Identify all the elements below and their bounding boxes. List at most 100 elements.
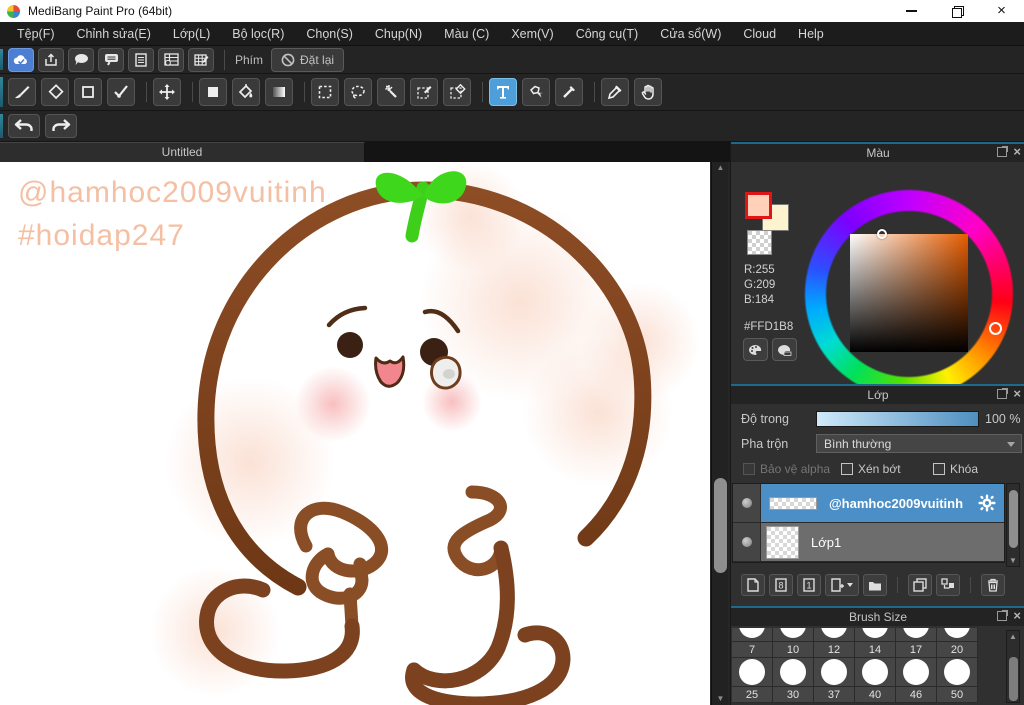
brush-size-cell[interactable] xyxy=(937,658,978,687)
visibility-toggle[interactable] xyxy=(733,523,761,561)
brush-size-label[interactable]: 46 xyxy=(896,687,937,703)
brush-size-label[interactable]: 37 xyxy=(814,687,855,703)
menu-xem[interactable]: Xem(V) xyxy=(500,22,564,46)
merge-layer-button[interactable] xyxy=(936,574,960,596)
menu-cong-cu[interactable]: Công cụ(T) xyxy=(565,22,650,46)
hand-tool-button[interactable] xyxy=(634,78,662,106)
close-button[interactable]: × xyxy=(979,0,1024,22)
lock-checkbox[interactable]: Khóa xyxy=(933,462,978,476)
brush-size-cell[interactable] xyxy=(855,628,896,642)
grid-clock-button[interactable] xyxy=(158,47,184,72)
select-eraser-tool-button[interactable] xyxy=(443,78,471,106)
fill-rect-tool-button[interactable] xyxy=(199,78,227,106)
reset-button[interactable]: Đặt lại xyxy=(271,47,345,72)
brush-size-cell[interactable] xyxy=(937,628,978,642)
menu-mau[interactable]: Màu (C) xyxy=(433,22,500,46)
menu-chon[interactable]: Chọn(S) xyxy=(295,22,364,46)
bucket-tool-button[interactable] xyxy=(232,78,260,106)
brush-size-label[interactable]: 25 xyxy=(732,687,773,703)
blend-dropdown[interactable]: Bình thường xyxy=(816,434,1022,453)
move-tool-button[interactable] xyxy=(153,78,181,106)
clipping-checkbox[interactable]: Xén bớt xyxy=(841,462,901,476)
menu-lop[interactable]: Lớp(L) xyxy=(162,22,221,46)
duplicate-layer-button[interactable] xyxy=(908,574,932,596)
brush-size-label[interactable]: 50 xyxy=(937,687,978,703)
comment-button[interactable] xyxy=(68,47,94,72)
popout-icon[interactable] xyxy=(997,610,1009,621)
drawing-canvas[interactable]: @hamhoc2009vuitinh #hoidap247 xyxy=(0,162,710,705)
export-button[interactable] xyxy=(38,47,64,72)
layer-row-selected[interactable]: @hamhoc2009vuitinh xyxy=(733,484,1004,523)
opacity-slider[interactable] xyxy=(816,411,979,427)
brush-size-label[interactable]: 7 xyxy=(732,642,773,658)
delete-layer-button[interactable] xyxy=(981,574,1005,596)
select-rect-tool-button[interactable] xyxy=(311,78,339,106)
popout-icon[interactable] xyxy=(997,146,1009,157)
brush-size-label[interactable]: 10 xyxy=(773,642,814,658)
text-tool-button[interactable] xyxy=(489,78,517,106)
restore-button[interactable] xyxy=(934,0,979,22)
new-layer-button[interactable] xyxy=(741,574,765,596)
brush-size-cell[interactable] xyxy=(814,628,855,642)
layer-folder-button[interactable] xyxy=(863,574,887,596)
transparent-color-swatch[interactable] xyxy=(747,230,772,255)
lasso-tool-button[interactable] xyxy=(344,78,372,106)
brush-size-label[interactable]: 20 xyxy=(937,642,978,658)
undo-button[interactable] xyxy=(8,114,40,138)
magic-wand-tool-button[interactable] xyxy=(377,78,405,106)
menu-chinh-sua[interactable]: Chỉnh sửa(E) xyxy=(66,22,162,46)
comment-lines-button[interactable] xyxy=(98,47,124,72)
scrollbar-thumb[interactable] xyxy=(1009,657,1018,701)
layer-row[interactable]: Lớp1 xyxy=(733,523,1004,562)
scroll-up-icon[interactable]: ▲ xyxy=(712,162,729,174)
add-layer-menu-button[interactable] xyxy=(825,574,859,596)
brush-panel-scrollbar[interactable]: ▲ xyxy=(1006,630,1020,703)
eraser-tool-button[interactable] xyxy=(41,78,69,106)
layer-list-scrollbar[interactable]: ▼ xyxy=(1006,483,1020,567)
scroll-down-icon[interactable]: ▼ xyxy=(712,693,729,705)
saturation-value-square[interactable] xyxy=(850,234,968,352)
menu-help[interactable]: Help xyxy=(787,22,835,46)
select-pen-tool-button[interactable] xyxy=(410,78,438,106)
new-8bit-layer-button[interactable]: 8 xyxy=(769,574,793,596)
brush-size-cell[interactable] xyxy=(773,658,814,687)
brush-size-cell[interactable] xyxy=(732,658,773,687)
scroll-down-icon[interactable]: ▼ xyxy=(1007,555,1019,566)
brush-size-cell[interactable] xyxy=(814,658,855,687)
new-1bit-layer-button[interactable]: 1 xyxy=(797,574,821,596)
eyedropper-tool-button[interactable] xyxy=(601,78,629,106)
brush-size-cell[interactable] xyxy=(896,658,937,687)
protect-alpha-checkbox[interactable]: Bảo vệ alpha xyxy=(743,462,830,476)
visibility-toggle[interactable] xyxy=(733,484,761,522)
scrollbar-thumb[interactable] xyxy=(714,478,727,573)
close-panel-icon[interactable]: × xyxy=(1013,609,1021,622)
scroll-up-icon[interactable]: ▲ xyxy=(1007,631,1019,642)
menu-bo-loc[interactable]: Bộ lọc(R) xyxy=(221,22,295,46)
brush-size-cell[interactable] xyxy=(855,658,896,687)
brush-size-cell[interactable] xyxy=(732,628,773,642)
minimize-button[interactable] xyxy=(889,0,934,22)
close-panel-icon[interactable]: × xyxy=(1013,387,1021,400)
grid-edit-button[interactable] xyxy=(188,47,214,72)
menu-tep[interactable]: Tệp(F) xyxy=(6,22,66,46)
brush-size-label[interactable]: 30 xyxy=(773,687,814,703)
sv-selector[interactable] xyxy=(877,229,887,239)
menu-cua-so[interactable]: Cửa sổ(W) xyxy=(649,22,732,46)
divide-tool-button[interactable] xyxy=(555,78,583,106)
dot-tool-button[interactable] xyxy=(74,78,102,106)
redo-button[interactable] xyxy=(45,114,77,138)
brush-size-cell[interactable] xyxy=(896,628,937,642)
polyline-tool-button[interactable] xyxy=(107,78,135,106)
hue-selector[interactable] xyxy=(989,322,1002,335)
menu-cloud[interactable]: Cloud xyxy=(732,22,787,46)
brush-size-label[interactable]: 17 xyxy=(896,642,937,658)
layer-settings-gear-icon[interactable] xyxy=(978,494,996,512)
gradient-tool-button[interactable] xyxy=(265,78,293,106)
operation-tool-button[interactable] xyxy=(522,78,550,106)
document-button[interactable] xyxy=(128,47,154,72)
popout-icon[interactable] xyxy=(997,388,1009,399)
canvas-vertical-scrollbar[interactable]: ▲ ▼ xyxy=(711,162,728,705)
cloud-sync-button[interactable] xyxy=(8,47,34,72)
palette-edit-button[interactable] xyxy=(772,338,797,361)
brush-size-label[interactable]: 40 xyxy=(855,687,896,703)
